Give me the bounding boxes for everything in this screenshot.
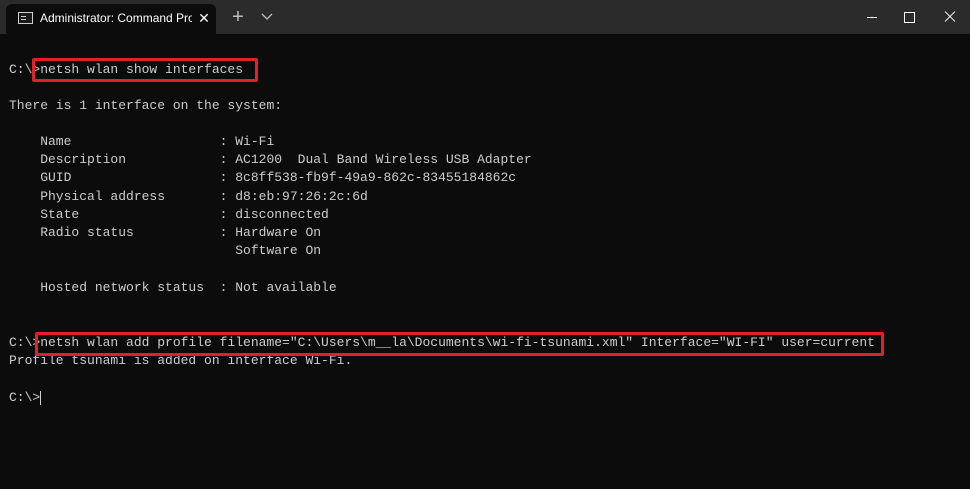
scrollbar[interactable] [960, 34, 970, 489]
command-prompt-icon [18, 12, 33, 24]
prompt-line[interactable]: C:\> [9, 389, 42, 407]
output-line: Description : AC1200 Dual Band Wireless … [9, 152, 532, 167]
output-line: There is 1 interface on the system: [9, 98, 283, 113]
output-line: Hosted network status : Not available [9, 280, 337, 295]
new-tab-icon[interactable]: + [229, 7, 247, 27]
maximize-button[interactable] [886, 0, 930, 34]
highlight-box-command-2 [35, 332, 884, 356]
highlight-box-command-1 [32, 58, 258, 82]
output-line: Radio status : Hardware On [9, 225, 322, 240]
tab-close-icon[interactable]: ✕ [196, 10, 212, 26]
tab-command-prompt[interactable]: Administrator: Command Prompt ✕ [6, 4, 216, 34]
close-window-button[interactable] [928, 0, 970, 34]
tab-title: Administrator: Command Prompt [40, 11, 192, 25]
terminal-output[interactable]: C:\>netsh wlan show interfaces There is … [0, 34, 960, 489]
output-line: Physical address : d8:eb:97:26:2c:6d [9, 189, 368, 204]
terminal-window: Administrator: Command Prompt ✕ + C:\>ne… [0, 0, 970, 489]
output-line: Name : Wi-Fi [9, 134, 275, 149]
output-line: State : disconnected [9, 207, 329, 222]
output-line: GUID : 8c8ff538-fb9f-49a9-862c-834551848… [9, 170, 517, 185]
chevron-down-icon[interactable] [258, 8, 276, 26]
output-line: Software On [9, 243, 322, 258]
text-cursor [40, 390, 42, 405]
title-bar[interactable]: Administrator: Command Prompt ✕ + [0, 0, 970, 34]
prompt-text: C:\> [9, 390, 41, 405]
